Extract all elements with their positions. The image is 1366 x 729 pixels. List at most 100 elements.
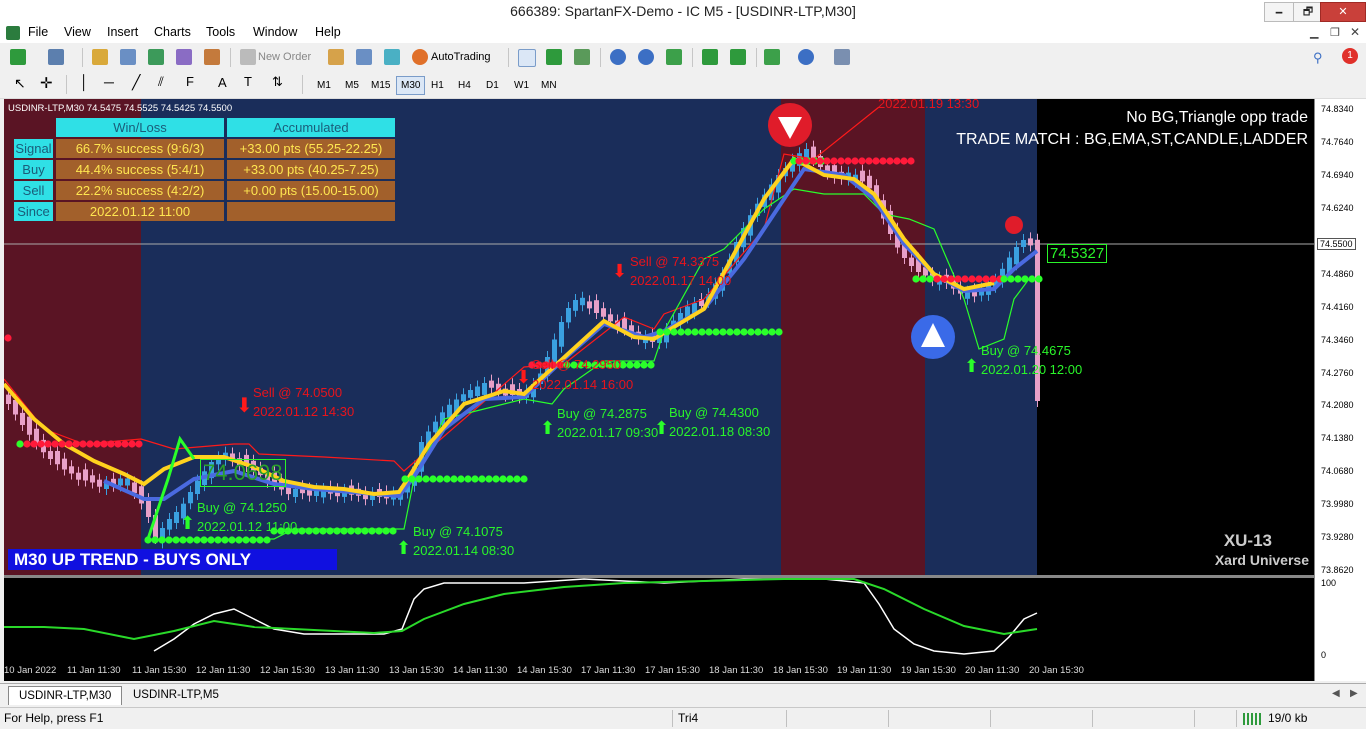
tf-m30[interactable]: M30 [396,76,426,95]
zoom-out-icon[interactable] [638,49,654,65]
vertical-line-icon[interactable]: │ [80,74,89,90]
tester-icon[interactable] [204,49,220,65]
supertrend-dot [368,527,376,535]
supertrend-dot [429,475,437,483]
menu-insert[interactable]: Insert [107,25,138,39]
navigator-icon[interactable] [148,49,164,65]
candle [55,451,60,465]
supertrend-dot [506,475,514,483]
supertrend-dot [698,328,706,336]
notification-badge[interactable]: 1 [1342,48,1358,64]
cursor-icon[interactable]: ↖ [14,75,26,92]
trade-match-note: TRADE MATCH : BG,EMA,ST,CANDLE,LADDER [956,131,1308,148]
candle [601,308,606,317]
candle [1021,240,1026,247]
tf-w1[interactable]: W1 [509,76,534,95]
supertrend-dot [298,527,306,535]
candlestick-icon[interactable] [546,49,562,65]
zoom-in-icon[interactable] [610,49,626,65]
tf-m1[interactable]: M1 [312,76,336,95]
time-label: 17 Jan 15:30 [645,665,700,676]
auto-scroll-icon[interactable] [702,49,718,65]
time-label: 19 Jan 11:30 [837,665,892,676]
vps-icon[interactable] [384,49,400,65]
candle [461,394,466,402]
autotrading-icon[interactable] [412,49,428,65]
time-label: 17 Jan 11:30 [581,665,636,676]
mdi-restore-icon[interactable]: ❐ [1330,26,1340,39]
tab-usdinr-m5[interactable]: USDINR-LTP,M5 [123,686,229,704]
terminal-icon[interactable] [176,49,192,65]
market-watch-icon[interactable] [92,49,108,65]
mdi-minimize-icon[interactable]: ▁ [1310,26,1318,39]
menu-help[interactable]: Help [315,25,341,39]
supertrend-dot [464,475,472,483]
tf-h4[interactable]: H4 [453,76,476,95]
stats-winloss-buy: 44.4% success (5:4/1) [56,160,224,179]
metaeditor-icon[interactable] [328,49,344,65]
menu-view[interactable]: View [64,25,91,39]
price-tick: 74.2760 [1321,368,1354,378]
tf-mn[interactable]: MN [536,76,562,95]
line-chart-icon[interactable] [574,49,590,65]
traffic-status[interactable]: 19/0 kb [1268,711,1307,725]
pane-separator[interactable] [4,575,1314,578]
trendline-icon[interactable]: ╱ [132,74,140,91]
mdi-close-icon[interactable]: ✕ [1350,25,1360,39]
supertrend-dot [768,328,776,336]
supertrend-dot [86,440,94,448]
supertrend-dot [886,157,894,165]
menu-window[interactable]: Window [253,25,297,39]
supertrend-dot [823,157,831,165]
price-axis[interactable]: 74.8340 74.7640 74.6940 74.6240 74.5500 74.48… [1314,99,1366,681]
new-chart-icon[interactable] [10,49,26,65]
price-tick: 74.3460 [1321,335,1354,345]
fibonacci-icon[interactable]: F [186,74,194,89]
menu-file[interactable]: File [28,25,48,39]
tile-windows-icon[interactable] [666,49,682,65]
profiles-icon[interactable] [48,49,64,65]
tf-h1[interactable]: H1 [426,76,449,95]
new-order-button[interactable]: New Order [258,48,311,66]
candle [118,478,123,486]
supertrend-dot [656,328,664,336]
autotrading-button[interactable]: AutoTrading [431,48,491,66]
ann-buy-2: Buy @ 74.1075 [413,524,503,539]
periods-icon[interactable] [798,49,814,65]
time-label: 14 Jan 11:30 [453,665,508,676]
tf-m15[interactable]: M15 [366,76,395,95]
time-label: 13 Jan 11:30 [325,665,380,676]
supertrend-dot [382,527,390,535]
new-order-icon[interactable] [240,49,256,65]
tab-scroll-left-icon[interactable]: ◀ [1332,688,1340,699]
supertrend-dot [16,440,24,448]
menu-charts[interactable]: Charts [154,25,191,39]
supertrend-dot [485,475,493,483]
supertrend-dot [415,475,423,483]
chart-shift-icon[interactable] [730,49,746,65]
minimize-button[interactable]: 🗕 [1264,2,1294,22]
label-icon[interactable]: T [244,74,252,89]
arrows-icon[interactable]: ⇅ [272,74,283,90]
menu-tools[interactable]: Tools [206,25,235,39]
tf-d1[interactable]: D1 [481,76,504,95]
indicators-icon[interactable] [764,49,780,65]
supertrend-dot [933,275,941,283]
chart-window[interactable]: ⬇ ⬆ ⬆ ⬇ ⬆ ⬆ ⬇ ⬆ 74.8340 74.7640 74.6940 74.… [4,96,1366,681]
supertrend-dot [816,157,824,165]
restore-button[interactable]: 🗗 [1293,2,1323,22]
supertrend-dot [179,536,187,544]
close-button[interactable]: ✕ [1320,2,1366,22]
crosshair-icon[interactable]: ✛ [40,74,53,92]
templates-icon[interactable] [834,49,850,65]
tab-scroll-right-icon[interactable]: ▶ [1350,688,1358,699]
tf-m5[interactable]: M5 [340,76,364,95]
search-icon[interactable]: ⚲ [1313,50,1323,66]
tab-usdinr-m30[interactable]: USDINR-LTP,M30 [8,686,123,705]
text-icon[interactable]: A [218,75,227,90]
bar-chart-icon[interactable] [518,49,536,67]
signals-icon[interactable] [356,49,372,65]
data-window-icon[interactable] [120,49,136,65]
horizontal-line-icon[interactable]: ─ [104,74,114,90]
channel-icon[interactable]: ⫽ [158,74,164,90]
